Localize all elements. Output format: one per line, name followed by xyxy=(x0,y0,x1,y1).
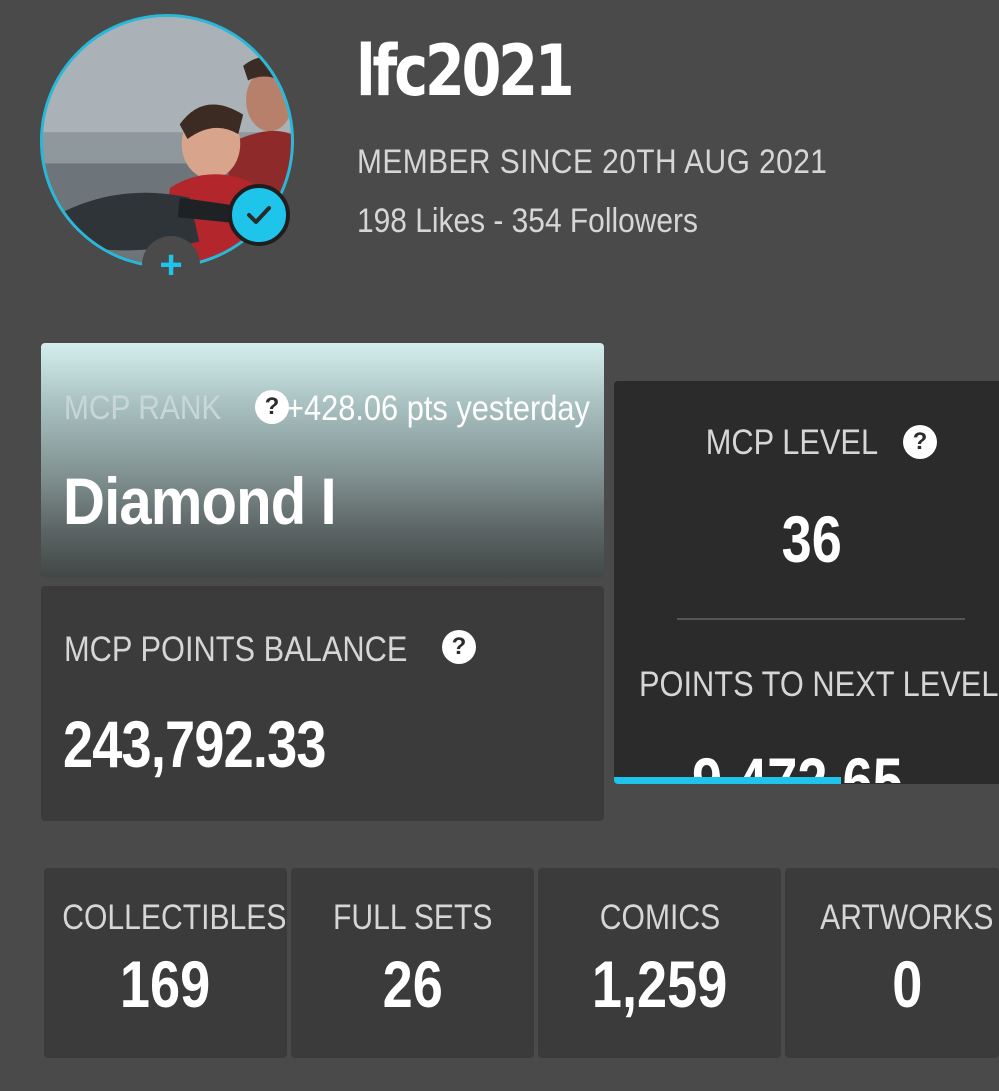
divider xyxy=(677,618,965,620)
rank-value: Diamond I xyxy=(63,464,337,538)
stat-value: 26 xyxy=(382,947,443,1021)
member-since: MEMBER SINCE 20TH AUG 2021 xyxy=(357,143,828,181)
checkmark-icon xyxy=(247,206,271,224)
stat-artworks[interactable]: ARTWORKS 0 xyxy=(785,868,999,1058)
stat-collectibles[interactable]: COLLECTIBLES 169 xyxy=(44,868,287,1058)
balance-card: MCP POINTS BALANCE ? 243,792.33 xyxy=(41,586,604,821)
balance-label: MCP POINTS BALANCE xyxy=(64,630,408,669)
level-progress-bar xyxy=(614,777,999,784)
stat-label: FULL SETS xyxy=(332,898,493,937)
plus-icon: + xyxy=(159,243,183,287)
level-label: MCP LEVEL xyxy=(705,423,879,462)
next-level-label: POINTS TO NEXT LEVEL xyxy=(639,665,999,704)
likes-followers[interactable]: 198 Likes - 354 Followers xyxy=(357,202,698,241)
username: lfc2021 xyxy=(356,30,575,112)
stat-comics[interactable]: COMICS 1,259 xyxy=(538,868,781,1058)
stat-label: COLLECTIBLES xyxy=(62,898,287,937)
rank-delta: +428.06 pts yesterday xyxy=(286,389,590,428)
verified-badge xyxy=(228,184,290,246)
balance-help-icon[interactable]: ? xyxy=(442,630,476,664)
level-card: MCP LEVEL ? 36 POINTS TO NEXT LEVEL 9,47… xyxy=(614,381,999,784)
balance-value: 243,792.33 xyxy=(63,707,326,781)
level-value: 36 xyxy=(614,501,999,577)
rank-card: MCP RANK ? +428.06 pts yesterday Diamond… xyxy=(41,343,604,578)
stat-value: 1,259 xyxy=(591,947,728,1021)
stat-full-sets[interactable]: FULL SETS 26 xyxy=(291,868,534,1058)
stat-value: 169 xyxy=(120,947,211,1021)
rank-label: MCP RANK xyxy=(64,389,222,427)
profile-page: + lfc2021 MEMBER SINCE 20TH AUG 2021 198… xyxy=(0,0,999,1091)
stat-value: 0 xyxy=(891,947,923,1021)
stat-label: COMICS xyxy=(599,898,720,937)
stat-label: ARTWORKS xyxy=(820,898,994,937)
next-level-value-clip: 9,472.65 xyxy=(614,731,999,783)
rank-help-icon[interactable]: ? xyxy=(255,390,289,424)
level-progress-fill xyxy=(614,777,842,784)
level-number: 36 xyxy=(781,502,843,576)
add-photo-button[interactable]: + xyxy=(142,236,200,294)
level-help-icon[interactable]: ? xyxy=(903,425,937,459)
